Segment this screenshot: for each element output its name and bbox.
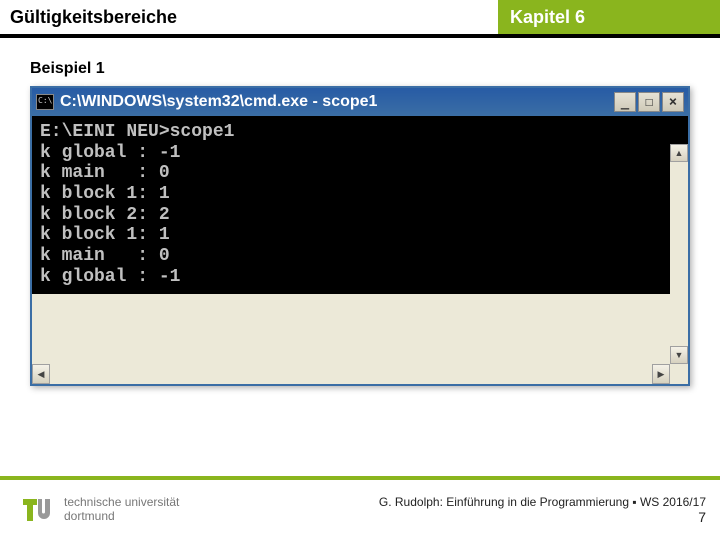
lecture-credit: G. Rudolph: Einführung in die Programmie… (379, 495, 706, 509)
uni-name-line1: technische universität (64, 496, 179, 510)
minimize-button[interactable]: _ (614, 92, 636, 112)
chevron-right-icon: ▶ (658, 369, 665, 380)
scroll-right-button[interactable]: ▶ (652, 364, 670, 384)
uni-name-line2: dortmund (64, 510, 179, 524)
minimize-icon: _ (621, 94, 629, 110)
close-icon: × (669, 94, 677, 110)
scroll-left-button[interactable]: ◀ (32, 364, 50, 384)
terminal-output: E:\EINI NEU>scope1 k global : -1 k main … (32, 116, 688, 294)
close-button[interactable]: × (662, 92, 684, 112)
header-bar: Gültigkeitsbereiche Kapitel 6 (0, 0, 720, 38)
example-label: Beispiel 1 (0, 38, 720, 86)
chevron-left-icon: ◀ (38, 369, 45, 380)
cmd-window: C:\WINDOWS\system32\cmd.exe - scope1 _ ☐… (30, 86, 690, 386)
title-bar[interactable]: C:\WINDOWS\system32\cmd.exe - scope1 _ ☐… (32, 88, 688, 116)
maximize-icon: ☐ (645, 94, 653, 110)
window-title: C:\WINDOWS\system32\cmd.exe - scope1 (60, 93, 608, 111)
chevron-up-icon: ▲ (675, 148, 684, 158)
horizontal-scroll-track[interactable] (50, 364, 652, 384)
tu-logo-icon (20, 493, 54, 527)
slide-chapter: Kapitel 6 (498, 0, 720, 38)
page-number: 7 (379, 509, 706, 525)
university-logo: technische universität dortmund (20, 493, 179, 527)
maximize-button[interactable]: ☐ (638, 92, 660, 112)
scroll-down-button[interactable]: ▼ (670, 346, 688, 364)
slide-topic: Gültigkeitsbereiche (0, 0, 498, 38)
scrollbar-corner (670, 364, 688, 384)
cmd-icon (36, 94, 54, 110)
vertical-scrollbar[interactable]: ▲ ▼ (670, 144, 688, 364)
chevron-down-icon: ▼ (675, 350, 684, 360)
vertical-scroll-track[interactable] (670, 162, 688, 346)
footer-bar: technische universität dortmund G. Rudol… (0, 476, 720, 540)
horizontal-scrollbar[interactable]: ◀ ▶ (32, 364, 670, 384)
scroll-up-button[interactable]: ▲ (670, 144, 688, 162)
